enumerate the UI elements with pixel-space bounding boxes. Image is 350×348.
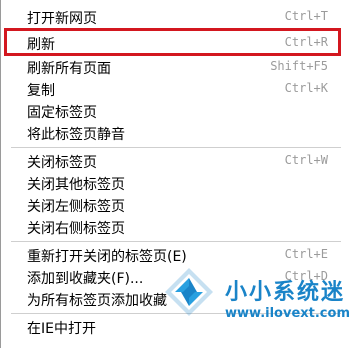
watermark-url: www.ilovext.com	[225, 306, 350, 321]
highlight-box	[4, 28, 341, 56]
menu-item-shortcut: Ctrl+E	[284, 247, 328, 261]
site-logo-icon	[165, 268, 213, 316]
menu-item-shortcut: Ctrl+T	[284, 9, 328, 23]
menu-item-shortcut: Shift+F5	[270, 59, 328, 73]
menu-item-label: 固定标签页	[27, 105, 97, 121]
watermark: 小小系统迷 www.ilovext.com	[159, 262, 350, 348]
menu-item-close-tab[interactable]: 关闭标签页 Ctrl+W	[1, 149, 350, 172]
menu-item-shortcut: Ctrl+W	[284, 153, 328, 167]
menu-item-pin-tab[interactable]: 固定标签页	[1, 99, 350, 122]
menu-item-close-other-tabs[interactable]: 关闭其他标签页	[1, 171, 350, 194]
menu-item-label: 复制	[27, 83, 55, 99]
menu-item-label: 关闭标签页	[27, 155, 97, 171]
menu-item-duplicate[interactable]: 复制 Ctrl+K	[1, 77, 350, 100]
menu-item-label: 关闭右侧标签页	[27, 221, 125, 237]
menu-item-mute-tab[interactable]: 将此标签页静音	[1, 121, 350, 144]
menu-item-label: 打开新网页	[27, 11, 97, 27]
menu-item-label: 在IE中打开	[27, 321, 96, 337]
menu-item-close-left-tabs[interactable]: 关闭左侧标签页	[1, 193, 350, 216]
menu-item-label: 关闭左侧标签页	[27, 199, 125, 215]
menu-item-open-new-page[interactable]: 打开新网页 Ctrl+T	[1, 5, 350, 28]
context-menu: 打开新网页 Ctrl+T 刷新 Ctrl+R 刷新所有页面 Shift+F5 复…	[0, 0, 350, 348]
menu-separator	[11, 241, 341, 242]
menu-item-shortcut: Ctrl+K	[284, 81, 328, 95]
menu-item-label: 刷新所有页面	[27, 61, 111, 77]
menu-item-refresh-all[interactable]: 刷新所有页面 Shift+F5	[1, 55, 350, 78]
menu-item-label: 将此标签页静音	[27, 127, 125, 143]
menu-separator	[11, 147, 341, 148]
menu-item-close-right-tabs[interactable]: 关闭右侧标签页	[1, 215, 350, 238]
menu-item-label: 关闭其他标签页	[27, 177, 125, 193]
menu-item-label: 添加到收藏夹(F)...	[27, 271, 144, 287]
watermark-title: 小小系统迷	[225, 280, 346, 305]
menu-item-label: 为所有标签页添加收藏	[27, 293, 167, 309]
